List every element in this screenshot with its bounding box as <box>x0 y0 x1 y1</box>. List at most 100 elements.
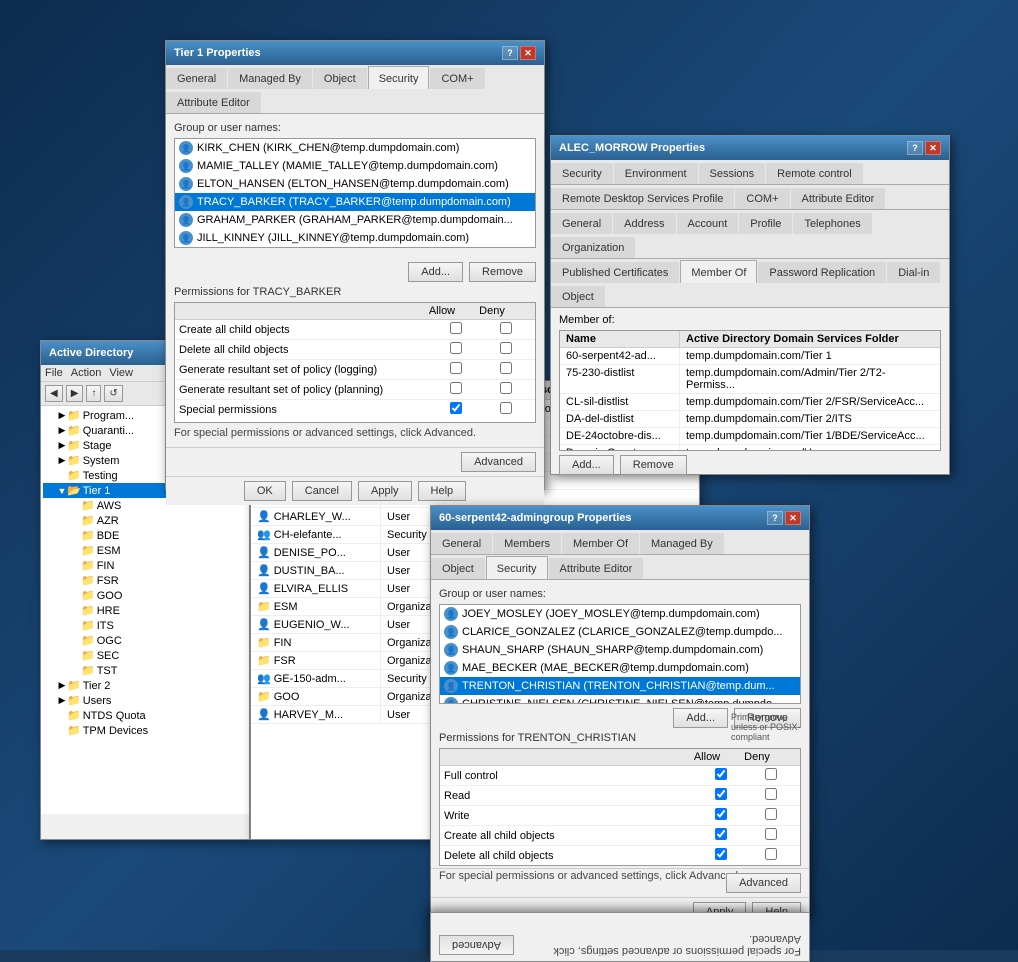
tree-item-goo[interactable]: 📁 GOO <box>43 588 247 603</box>
list-item[interactable]: 👤 GRAHAM_PARKER (GRAHAM_PARKER@temp.dump… <box>175 211 535 229</box>
tab-security[interactable]: Security <box>551 163 613 184</box>
perm-deny-check[interactable] <box>746 788 796 803</box>
tree-item-esm[interactable]: 📁 ESM <box>43 543 247 558</box>
serpent-users-listbox[interactable]: 👤 JOEY_MOSLEY (JOEY_MOSLEY@temp.dumpdoma… <box>439 604 801 704</box>
tab-managed-by[interactable]: Managed By <box>640 533 724 554</box>
tab-members[interactable]: Members <box>493 533 561 554</box>
add-btn[interactable]: Add... <box>673 708 728 728</box>
tree-item-sec[interactable]: 📁 SEC <box>43 648 247 663</box>
alec-titlebar[interactable]: ALEC_MORROW Properties ? ✕ <box>551 136 949 160</box>
tab-environment[interactable]: Environment <box>614 163 698 184</box>
apply-btn[interactable]: Apply <box>358 481 412 501</box>
advanced-btn[interactable]: Advanced <box>461 452 536 472</box>
tree-item-fin[interactable]: 📁 FIN <box>43 558 247 573</box>
list-item[interactable]: 👤 CHRISTINE_NIELSEN (CHRISTINE_NIELSEN@t… <box>440 695 800 704</box>
tree-item-tst[interactable]: 📁 TST <box>43 663 247 678</box>
perm-deny-check[interactable] <box>481 342 531 357</box>
perm-allow-check[interactable] <box>431 322 481 337</box>
tree-item-bde[interactable]: 📁 BDE <box>43 528 247 543</box>
tier1-close-btn[interactable]: ✕ <box>520 46 536 60</box>
tab-managed-by[interactable]: Managed By <box>228 68 312 89</box>
list-item[interactable]: 👤 ELTON_HANSEN (ELTON_HANSEN@temp.dumpdo… <box>175 175 535 193</box>
tab-object[interactable]: Object <box>431 558 485 579</box>
tier1-titlebar[interactable]: Tier 1 Properties ? ✕ <box>166 41 544 65</box>
perm-deny-check[interactable] <box>481 382 531 397</box>
tab-object[interactable]: Object <box>313 68 367 89</box>
users-listbox[interactable]: 👤 KIRK_CHEN (KIRK_CHEN@temp.dumpdomain.c… <box>174 138 536 248</box>
perm-deny-check[interactable] <box>481 402 531 417</box>
perm-deny-check[interactable] <box>481 362 531 377</box>
ok-btn[interactable]: OK <box>244 481 286 501</box>
tab-security[interactable]: Security <box>486 556 548 579</box>
back-btn[interactable]: ◀ <box>45 385 63 402</box>
serpent-close-btn[interactable]: ✕ <box>785 511 801 525</box>
tab-attribute[interactable]: Attribute Editor <box>549 558 644 579</box>
tree-item-its[interactable]: 📁 ITS <box>43 618 247 633</box>
tab-pwd-replication[interactable]: Password Replication <box>758 262 886 283</box>
perm-deny-check[interactable] <box>481 322 531 337</box>
tab-member-of[interactable]: Member Of <box>680 260 757 283</box>
perm-allow-check[interactable] <box>696 788 746 803</box>
member-row[interactable]: DA-del-distlist temp.dumpdomain.com/Tier… <box>560 411 940 428</box>
tree-item-tier2[interactable]: ▶ 📁 Tier 2 <box>43 678 247 693</box>
perm-deny-check[interactable] <box>746 828 796 843</box>
tab-account[interactable]: Account <box>677 213 739 234</box>
tab-rdp[interactable]: Remote Desktop Services Profile <box>551 188 734 209</box>
serpent-help-btn[interactable]: ? <box>767 511 783 525</box>
perm-allow-check[interactable] <box>696 768 746 783</box>
list-item[interactable]: 👤 MAE_BECKER (MAE_BECKER@temp.dumpdomain… <box>440 659 800 677</box>
perm-deny-check[interactable] <box>746 848 796 863</box>
perm-allow-check[interactable] <box>696 828 746 843</box>
alec-help-btn[interactable]: ? <box>907 141 923 155</box>
list-item[interactable]: 👤 SHAUN_SHARP (SHAUN_SHARP@temp.dumpdoma… <box>440 641 800 659</box>
tab-organization[interactable]: Organization <box>551 237 635 258</box>
member-row[interactable]: Domain Guests temp.dumpdomain.com/Users <box>560 445 940 450</box>
tree-item-fsr[interactable]: 📁 FSR <box>43 573 247 588</box>
tree-item-users[interactable]: ▶ 📁 Users <box>43 693 247 708</box>
help-btn[interactable]: Help <box>418 481 467 501</box>
member-row[interactable]: 75-230-distlist temp.dumpdomain.com/Admi… <box>560 365 940 394</box>
tab-general[interactable]: General <box>431 533 492 554</box>
tab-profile[interactable]: Profile <box>739 213 792 234</box>
menu-action[interactable]: Action <box>71 367 102 379</box>
tree-item-tpm[interactable]: 📁 TPM Devices <box>43 723 247 738</box>
tab-attribute[interactable]: Attribute Editor <box>791 188 886 209</box>
tab-attribute[interactable]: Attribute Editor <box>166 92 261 113</box>
menu-file[interactable]: File <box>45 367 63 379</box>
col-name[interactable]: Name <box>560 331 680 347</box>
perm-allow-check[interactable] <box>431 362 481 377</box>
perm-deny-check[interactable] <box>746 808 796 823</box>
add-btn[interactable]: Add... <box>408 262 463 282</box>
tab-member-of[interactable]: Member Of <box>562 533 639 554</box>
list-item[interactable]: 👤 CLARICE_GONZALEZ (CLARICE_GONZALEZ@tem… <box>440 623 800 641</box>
serpent-titlebar[interactable]: 60-serpent42-admingroup Properties ? ✕ <box>431 506 809 530</box>
tab-general[interactable]: General <box>166 68 227 89</box>
perm-allow-check[interactable] <box>431 342 481 357</box>
tree-item-ntds[interactable]: 📁 NTDS Quota <box>43 708 247 723</box>
tab-general[interactable]: General <box>551 213 612 234</box>
tab-sessions[interactable]: Sessions <box>699 163 766 184</box>
up-btn[interactable]: ↑ <box>86 385 101 402</box>
forward-btn[interactable]: ▶ <box>66 385 84 402</box>
tab-com[interactable]: COM+ <box>735 188 789 209</box>
cancel-btn[interactable]: Cancel <box>292 481 352 501</box>
add-btn[interactable]: Add... <box>559 455 614 475</box>
tree-item-hre[interactable]: 📁 HRE <box>43 603 247 618</box>
col-folder[interactable]: Active Directory Domain Services Folder <box>680 331 940 347</box>
perm-allow-check[interactable] <box>696 808 746 823</box>
list-item-selected[interactable]: 👤 TRENTON_CHRISTIAN (TRENTON_CHRISTIAN@t… <box>440 677 800 695</box>
tier1-help-btn[interactable]: ? <box>502 46 518 60</box>
bottom-advanced-btn[interactable]: Advanced <box>439 935 514 955</box>
list-item[interactable]: 👤 MAMIE_TALLEY (MAMIE_TALLEY@temp.dumpdo… <box>175 157 535 175</box>
tree-item-azr[interactable]: 📁 AZR <box>43 513 247 528</box>
alec-close-btn[interactable]: ✕ <box>925 141 941 155</box>
tab-dial-in[interactable]: Dial-in <box>887 262 940 283</box>
list-item-selected[interactable]: 👤 TRACY_BARKER (TRACY_BARKER@temp.dumpdo… <box>175 193 535 211</box>
perm-deny-check[interactable] <box>746 768 796 783</box>
tab-pub-certs[interactable]: Published Certificates <box>551 262 679 283</box>
tree-item-ogc[interactable]: 📁 OGC <box>43 633 247 648</box>
perm-allow-check[interactable] <box>431 382 481 397</box>
tab-com[interactable]: COM+ <box>430 68 484 89</box>
list-item[interactable]: 👤 JILL_KINNEY (JILL_KINNEY@temp.dumpdoma… <box>175 229 535 247</box>
tab-security[interactable]: Security <box>368 66 430 89</box>
